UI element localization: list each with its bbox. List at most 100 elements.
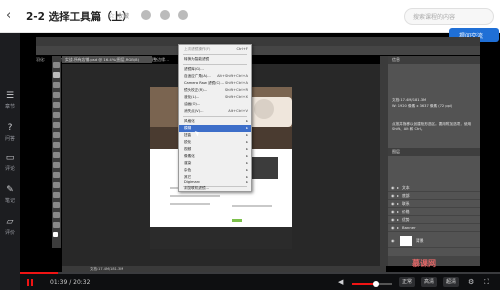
- menu-item[interactable]: 液化(L)... Shift+Ctrl+X: [179, 94, 251, 101]
- submenu-arrow: ▸: [246, 133, 248, 137]
- menu-item[interactable]: 风格化 ▸: [179, 118, 251, 125]
- time-display: 01:39 / 20:32: [50, 279, 91, 286]
- volume-knob[interactable]: [373, 281, 379, 287]
- menu-item[interactable]: 镜头校正(R)... Shift+Ctrl+R: [179, 87, 251, 94]
- move-tool-icon: [53, 62, 60, 68]
- ps-right-panel: 信息 文档:17.4M/181.3M W: 1920 像素 x 3637 像素 …: [388, 56, 480, 266]
- volume-icon[interactable]: ◀: [338, 278, 343, 286]
- layer-row[interactable]: ◉ ▸ 价格: [388, 208, 480, 216]
- quick-select-tool-icon: [53, 92, 60, 98]
- info-line: W: 1920 像素 x 3637 像素 (72 ppi): [392, 104, 453, 108]
- settings-icon[interactable]: ⚙: [468, 278, 474, 286]
- eye-icon[interactable]: ◉: [391, 184, 395, 192]
- layer-name: 优势: [402, 217, 410, 222]
- menu-separator: [183, 64, 247, 65]
- menu-item[interactable]: 渲染 ▸: [179, 160, 251, 167]
- fullscreen-icon[interactable]: ⛶: [484, 278, 489, 287]
- pen-tool-icon: [53, 192, 60, 198]
- lasso-tool-icon: [53, 82, 60, 88]
- menu-item[interactable]: 扭曲 ▸: [179, 132, 251, 139]
- quality-button[interactable]: 高清: [421, 277, 438, 287]
- layer-row[interactable]: ◉ ▸ 优势: [388, 216, 480, 224]
- volume-slider[interactable]: [352, 281, 392, 287]
- layer-row[interactable]: ◉ ▸ 联系: [388, 200, 480, 208]
- folder-icon: ▸: [397, 209, 400, 214]
- menu-item[interactable]: 油画(O)...: [179, 101, 251, 108]
- eyedropper-tool-icon: [53, 112, 60, 118]
- menu-item-label: 镜头校正(R)...: [184, 88, 208, 92]
- back-icon[interactable]: ‹: [6, 8, 11, 23]
- eye-icon[interactable]: ◉: [391, 192, 395, 200]
- menu-shortcut: Ctrl+F: [236, 47, 248, 51]
- menu-item[interactable]: 视频 ▸: [179, 146, 251, 153]
- layer-row[interactable]: ◉ ▸ 底部: [388, 192, 480, 200]
- layer-row[interactable]: ◉ ▸ 文本: [388, 184, 480, 192]
- info-line: 文档:17.4M/181.3M: [392, 98, 427, 102]
- weibo-icon[interactable]: [160, 10, 170, 20]
- menu-item[interactable]: 滤镜库(G)...: [179, 66, 251, 73]
- subtitle-button[interactable]: 超清: [443, 277, 460, 287]
- menu-item-label: 油画(O)...: [184, 102, 201, 106]
- submenu-arrow: ▸: [246, 154, 248, 158]
- sidebar-item-rate[interactable]: ▱ 评价: [0, 217, 20, 236]
- history-brush-icon: [53, 152, 60, 158]
- layer-name: 背景: [416, 238, 424, 243]
- eye-icon[interactable]: ◉: [391, 208, 395, 216]
- menu-item[interactable]: 杂色 ▸: [179, 167, 251, 174]
- menu-separator: [183, 54, 247, 55]
- layer-name: 联系: [402, 201, 410, 206]
- pause-icon[interactable]: [27, 279, 33, 286]
- eye-icon[interactable]: ◉: [391, 234, 395, 248]
- eye-icon[interactable]: ◉: [391, 216, 395, 224]
- search-placeholder: 搜索课程的内容: [413, 14, 456, 21]
- layer-row[interactable]: ◉ ▸ Banner: [388, 224, 480, 232]
- filter-menu: 上次滤镜操作(F) Ctrl+F 转换为智能滤镜 滤镜库(G)... 自适应广角(…: [178, 44, 252, 192]
- layer-thumbnail: [400, 236, 412, 246]
- menu-shortcut: Shift+Ctrl+R: [224, 88, 248, 92]
- menu-item[interactable]: 像素化 ▸: [179, 153, 251, 160]
- collect-button[interactable]: ☆ 收藏: [108, 11, 129, 20]
- menu-item-label: 杂色: [184, 168, 192, 172]
- menu-item[interactable]: 上次滤镜操作(F) Ctrl+F: [179, 46, 251, 53]
- menu-item[interactable]: 转换为智能滤镜: [179, 56, 251, 63]
- sidebar-item-chapters[interactable]: ☰ 章节: [0, 91, 20, 110]
- ps-panel-icons: [380, 56, 388, 266]
- menu-item[interactable]: Camera Raw 滤镜(C)... Shift+Ctrl+A: [179, 80, 251, 87]
- sidebar-item-label: 章节: [4, 104, 15, 110]
- menu-separator: [183, 116, 247, 117]
- wechat-icon[interactable]: [141, 10, 151, 20]
- sidebar-item-comments[interactable]: ▭ 评论: [0, 153, 20, 172]
- info-line: 点按并拖移以创建矩形选区。要用附加选项，使用 Shift、Alt 和 Ctrl。: [392, 122, 472, 131]
- speed-button[interactable]: 正常: [399, 277, 416, 287]
- total-time: 20:32: [73, 279, 91, 286]
- comment-icon: ▭: [5, 153, 15, 163]
- qa-icon: ?: [7, 123, 13, 133]
- submenu-arrow: ▸: [246, 126, 248, 130]
- menu-item-label: 渲染: [184, 161, 192, 165]
- rate-icon: ▱: [6, 217, 14, 227]
- marquee-tool-icon: [53, 72, 60, 78]
- green-button: [232, 219, 242, 222]
- watermark-logo: 慕课网: [412, 259, 436, 268]
- menu-item-label: 模糊: [184, 126, 192, 130]
- menu-item[interactable]: 浏览联机滤镜...: [179, 185, 251, 192]
- menu-item-label: 风格化: [184, 119, 195, 123]
- menu-item-label: 消失点(V)...: [184, 109, 204, 113]
- search-input[interactable]: 搜索课程的内容: [404, 8, 494, 25]
- menu-item-highlighted[interactable]: 模糊 ▸: [179, 125, 251, 132]
- brush-tool-icon: [53, 132, 60, 138]
- eye-icon[interactable]: ◉: [391, 200, 395, 208]
- menu-item-label: 转换为智能滤镜: [184, 57, 210, 61]
- eye-icon[interactable]: ◉: [391, 224, 395, 232]
- menu-item[interactable]: 锐化 ▸: [179, 139, 251, 146]
- healing-tool-icon: [53, 122, 60, 128]
- sidebar-item-notes[interactable]: ✎ 笔记: [0, 185, 20, 204]
- layer-row[interactable]: ◉ 背景: [388, 234, 480, 248]
- sidebar-item-qa[interactable]: ? 问答: [0, 123, 20, 142]
- menu-item[interactable]: 消失点(V)... Alt+Ctrl+V: [179, 108, 251, 115]
- qq-icon[interactable]: [178, 10, 188, 20]
- layer-name: 价格: [402, 209, 410, 214]
- menu-item[interactable]: 自适应广角(A)... Alt+Shift+Ctrl+A: [179, 73, 251, 80]
- menu-icon: ☰: [5, 91, 15, 101]
- progress-bar[interactable]: [20, 272, 500, 274]
